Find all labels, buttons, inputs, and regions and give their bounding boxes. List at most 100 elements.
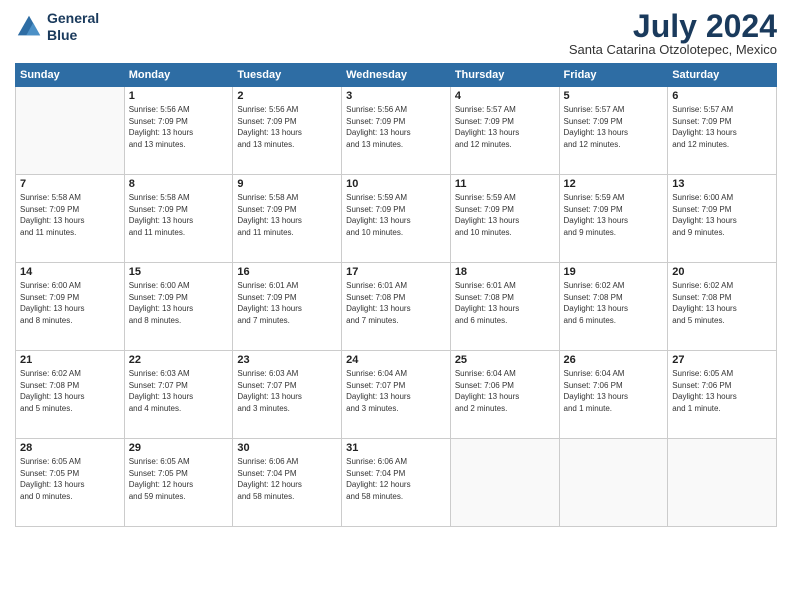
day-number: 10 — [346, 178, 446, 190]
day-number: 4 — [455, 90, 555, 102]
day-number: 3 — [346, 90, 446, 102]
day-number: 24 — [346, 354, 446, 366]
day-number: 6 — [672, 90, 772, 102]
calendar-cell: 27Sunrise: 6:05 AM Sunset: 7:06 PM Dayli… — [668, 351, 777, 439]
day-info: Sunrise: 5:57 AM Sunset: 7:09 PM Dayligh… — [455, 104, 555, 150]
calendar-cell: 21Sunrise: 6:02 AM Sunset: 7:08 PM Dayli… — [16, 351, 125, 439]
calendar-cell: 13 Sunrise: 6:00 AM Sunset: 7:09 PM Dayli… — [668, 175, 777, 263]
calendar-day-header: Tuesday — [233, 64, 342, 87]
day-info: Sunrise: 6:01 AM Sunset: 7:08 PM Dayligh… — [455, 280, 555, 326]
day-number: 22 — [129, 354, 229, 366]
day-info: Sunrise: 6:03 AM Sunset: 7:07 PM Dayligh… — [237, 368, 337, 414]
day-info: Sunrise: 6:03 AM Sunset: 7:07 PM Dayligh… — [129, 368, 229, 414]
calendar-cell: 22 Sunrise: 6:03 AM Sunset: 7:07 PM Dayli… — [124, 351, 233, 439]
day-info: Sunrise: 6:04 AM Sunset: 7:06 PM Dayligh… — [564, 368, 664, 414]
calendar-week-row: 28 Sunrise: 6:05 AM Sunset: 7:05 PM Dayli… — [16, 439, 777, 527]
calendar-cell: 18Sunrise: 6:01 AM Sunset: 7:08 PM Dayli… — [450, 263, 559, 351]
calendar-cell — [16, 87, 125, 175]
calendar-cell: 5 Sunrise: 5:57 AM Sunset: 7:09 PM Daylig… — [559, 87, 668, 175]
calendar-cell: 28 Sunrise: 6:05 AM Sunset: 7:05 PM Dayli… — [16, 439, 125, 527]
calendar-week-row: 14 Sunrise: 6:00 AM Sunset: 7:09 PM Dayli… — [16, 263, 777, 351]
day-number: 29 — [129, 442, 229, 454]
day-info: Sunrise: 6:00 AM Sunset: 7:09 PM Dayligh… — [129, 280, 229, 326]
day-info: Sunrise: 6:05 AM Sunset: 7:05 PM Dayligh… — [129, 456, 229, 502]
calendar-day-header: Thursday — [450, 64, 559, 87]
day-number: 15 — [129, 266, 229, 278]
day-number: 17 — [346, 266, 446, 278]
calendar-cell: 12 Sunrise: 5:59 AM Sunset: 7:09 PM Dayli… — [559, 175, 668, 263]
calendar-cell: 31 Sunrise: 6:06 AM Sunset: 7:04 PM Dayli… — [342, 439, 451, 527]
location-subtitle: Santa Catarina Otzolotepec, Mexico — [569, 42, 777, 57]
day-info: Sunrise: 6:02 AM Sunset: 7:08 PM Dayligh… — [564, 280, 664, 326]
day-number: 26 — [564, 354, 664, 366]
calendar-day-header: Monday — [124, 64, 233, 87]
calendar-cell: 3 Sunrise: 5:56 AM Sunset: 7:09 PM Daylig… — [342, 87, 451, 175]
calendar-cell: 16 Sunrise: 6:01 AM Sunset: 7:09 PM Dayli… — [233, 263, 342, 351]
calendar-cell: 1Sunrise: 5:56 AM Sunset: 7:09 PM Daylig… — [124, 87, 233, 175]
calendar-week-row: 21Sunrise: 6:02 AM Sunset: 7:08 PM Dayli… — [16, 351, 777, 439]
calendar-cell: 2Sunrise: 5:56 AM Sunset: 7:09 PM Daylig… — [233, 87, 342, 175]
calendar-cell: 29 Sunrise: 6:05 AM Sunset: 7:05 PM Dayli… — [124, 439, 233, 527]
calendar-day-header: Sunday — [16, 64, 125, 87]
day-info: Sunrise: 6:05 AM Sunset: 7:05 PM Dayligh… — [20, 456, 120, 502]
calendar-cell: 19 Sunrise: 6:02 AM Sunset: 7:08 PM Dayli… — [559, 263, 668, 351]
calendar-week-row: 1Sunrise: 5:56 AM Sunset: 7:09 PM Daylig… — [16, 87, 777, 175]
day-number: 9 — [237, 178, 337, 190]
day-info: Sunrise: 6:04 AM Sunset: 7:06 PM Dayligh… — [455, 368, 555, 414]
logo-text: General Blue — [47, 10, 99, 44]
calendar-cell: 10Sunrise: 5:59 AM Sunset: 7:09 PM Dayli… — [342, 175, 451, 263]
day-info: Sunrise: 6:00 AM Sunset: 7:09 PM Dayligh… — [20, 280, 120, 326]
day-number: 14 — [20, 266, 120, 278]
day-number: 25 — [455, 354, 555, 366]
day-info: Sunrise: 5:58 AM Sunset: 7:09 PM Dayligh… — [237, 192, 337, 238]
day-number: 11 — [455, 178, 555, 190]
day-number: 7 — [20, 178, 120, 190]
calendar-cell: 23 Sunrise: 6:03 AM Sunset: 7:07 PM Dayli… — [233, 351, 342, 439]
calendar-cell: 20Sunrise: 6:02 AM Sunset: 7:08 PM Dayli… — [668, 263, 777, 351]
day-number: 19 — [564, 266, 664, 278]
calendar-cell: 30Sunrise: 6:06 AM Sunset: 7:04 PM Dayli… — [233, 439, 342, 527]
day-info: Sunrise: 5:56 AM Sunset: 7:09 PM Dayligh… — [346, 104, 446, 150]
day-info: Sunrise: 6:01 AM Sunset: 7:09 PM Dayligh… — [237, 280, 337, 326]
day-number: 16 — [237, 266, 337, 278]
day-info: Sunrise: 6:06 AM Sunset: 7:04 PM Dayligh… — [346, 456, 446, 502]
calendar-cell: 8 Sunrise: 5:58 AM Sunset: 7:09 PM Daylig… — [124, 175, 233, 263]
page: General Blue July 2024 Santa Catarina Ot… — [0, 0, 792, 612]
calendar-cell: 6 Sunrise: 5:57 AM Sunset: 7:09 PM Daylig… — [668, 87, 777, 175]
calendar-cell: 25 Sunrise: 6:04 AM Sunset: 7:06 PM Dayli… — [450, 351, 559, 439]
calendar-header-row: SundayMondayTuesdayWednesdayThursdayFrid… — [16, 64, 777, 87]
day-number: 21 — [20, 354, 120, 366]
calendar-cell: 7 Sunrise: 5:58 AM Sunset: 7:09 PM Daylig… — [16, 175, 125, 263]
day-info: Sunrise: 5:57 AM Sunset: 7:09 PM Dayligh… — [564, 104, 664, 150]
day-info: Sunrise: 5:57 AM Sunset: 7:09 PM Dayligh… — [672, 104, 772, 150]
day-info: Sunrise: 5:58 AM Sunset: 7:09 PM Dayligh… — [20, 192, 120, 238]
day-number: 30 — [237, 442, 337, 454]
day-number: 12 — [564, 178, 664, 190]
title-block: July 2024 Santa Catarina Otzolotepec, Me… — [569, 10, 777, 57]
day-number: 5 — [564, 90, 664, 102]
calendar-cell: 4 Sunrise: 5:57 AM Sunset: 7:09 PM Daylig… — [450, 87, 559, 175]
calendar-day-header: Friday — [559, 64, 668, 87]
day-info: Sunrise: 5:56 AM Sunset: 7:09 PM Dayligh… — [129, 104, 229, 150]
day-info: Sunrise: 6:04 AM Sunset: 7:07 PM Dayligh… — [346, 368, 446, 414]
logo: General Blue — [15, 10, 99, 44]
calendar-cell — [668, 439, 777, 527]
calendar-cell — [559, 439, 668, 527]
day-info: Sunrise: 5:59 AM Sunset: 7:09 PM Dayligh… — [564, 192, 664, 238]
day-info: Sunrise: 6:00 AM Sunset: 7:09 PM Dayligh… — [672, 192, 772, 238]
day-number: 27 — [672, 354, 772, 366]
calendar-day-header: Wednesday — [342, 64, 451, 87]
day-info: Sunrise: 6:02 AM Sunset: 7:08 PM Dayligh… — [672, 280, 772, 326]
day-number: 8 — [129, 178, 229, 190]
calendar-cell: 26 Sunrise: 6:04 AM Sunset: 7:06 PM Dayli… — [559, 351, 668, 439]
day-number: 2 — [237, 90, 337, 102]
day-number: 13 — [672, 178, 772, 190]
calendar-cell — [450, 439, 559, 527]
day-info: Sunrise: 6:01 AM Sunset: 7:08 PM Dayligh… — [346, 280, 446, 326]
header: General Blue July 2024 Santa Catarina Ot… — [15, 10, 777, 57]
day-number: 31 — [346, 442, 446, 454]
day-info: Sunrise: 5:58 AM Sunset: 7:09 PM Dayligh… — [129, 192, 229, 238]
calendar-cell: 17 Sunrise: 6:01 AM Sunset: 7:08 PM Dayli… — [342, 263, 451, 351]
day-number: 23 — [237, 354, 337, 366]
day-number: 28 — [20, 442, 120, 454]
